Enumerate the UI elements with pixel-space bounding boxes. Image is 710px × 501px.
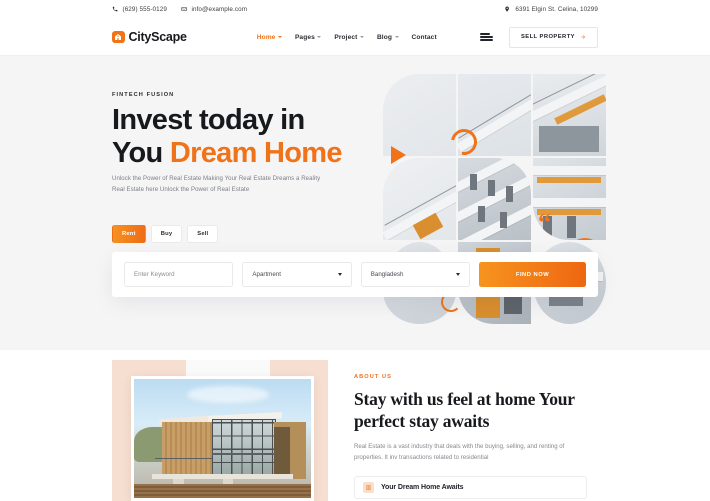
nav-item-pages[interactable]: Pages xyxy=(294,33,322,41)
chevron-down-icon xyxy=(456,273,461,276)
location-value: Bangladesh xyxy=(370,271,404,278)
property-search-panel: Enter Keyword Apartment Bangladesh FIND … xyxy=(112,252,598,297)
about-heading: Stay with us feel at home Your perfect s… xyxy=(354,389,575,431)
hero-title-line2-accent: Dream Home xyxy=(169,137,343,169)
find-now-button[interactable]: FIND NOW xyxy=(479,262,586,287)
hero-title-line2-plain: You xyxy=(112,137,170,169)
envelope-icon xyxy=(181,6,188,13)
building-artwork xyxy=(458,158,531,240)
nav-item-home[interactable]: Home xyxy=(257,34,282,41)
nav-item-blog[interactable]: Blog xyxy=(377,34,399,41)
about-image-block xyxy=(112,360,328,501)
about-house-photo xyxy=(134,379,311,498)
tab-rent[interactable]: Rent xyxy=(112,225,146,243)
tab-sell[interactable]: Sell xyxy=(187,225,219,243)
accordion-item-dream-home[interactable]: Your Dream Home Awaits xyxy=(354,476,587,499)
building-icon xyxy=(363,482,374,493)
sell-property-button[interactable]: SELL PROPERTY xyxy=(508,26,598,48)
topbar-address-text: 6391 Elgin St. Celina, 10299 xyxy=(515,6,598,13)
property-type-select[interactable]: Apartment xyxy=(242,262,352,287)
nav-item-project[interactable]: Project xyxy=(334,34,364,41)
nav-item-project-label: Project xyxy=(334,33,358,41)
hero-inner: FINTECH FUSION Invest today in You Dream… xyxy=(0,56,710,350)
house-icon xyxy=(112,30,125,44)
hero-paragraph: Unlock the Power of Real Estate Making Y… xyxy=(112,175,321,193)
search-keyword-input[interactable]: Enter Keyword xyxy=(124,262,234,287)
map-pin-icon xyxy=(503,6,510,13)
location-select[interactable]: Bangladesh xyxy=(360,262,471,287)
building-artwork xyxy=(383,158,456,240)
topbar-address[interactable]: 6391 Elgin St. Celina, 10299 xyxy=(503,6,598,13)
nav-item-blog-label: Blog xyxy=(376,33,392,41)
hero-section: FINTECH FUSION Invest today in You Dream… xyxy=(0,56,710,350)
chevron-down-icon xyxy=(337,273,342,276)
collage-image-4 xyxy=(383,158,456,240)
collage-image-3 xyxy=(533,74,606,156)
arrow-right-icon xyxy=(580,34,586,40)
topbar-phone[interactable]: (629) 555-0129 xyxy=(112,6,167,13)
building-artwork xyxy=(533,74,606,156)
about-text-block: ABOUT US Stay with us feel at home Your … xyxy=(354,360,598,501)
nav-item-contact[interactable]: Contact xyxy=(412,34,437,41)
collage-image-1 xyxy=(383,74,456,156)
about-house-photo-frame xyxy=(131,376,314,501)
about-section: ABOUT US Stay with us feel at home Your … xyxy=(0,350,710,501)
chevron-down-icon xyxy=(394,36,399,38)
site-logo[interactable]: CityScape xyxy=(112,30,187,44)
hero-eyebrow: FINTECH FUSION xyxy=(112,92,175,98)
nav-menu: Home Pages Project Blog Contact xyxy=(257,34,437,41)
nav-item-home-label: Home xyxy=(256,33,276,41)
topbar-phone-text: (629) 555-0129 xyxy=(122,6,167,13)
page-title: Invest today in You Dream Home xyxy=(112,104,342,170)
play-triangle-icon[interactable] xyxy=(391,146,406,164)
hamburger-menu-icon[interactable] xyxy=(479,33,493,41)
about-paragraph: Real Estate is a vast industry that deal… xyxy=(354,443,565,461)
collage-image-5 xyxy=(458,158,531,240)
chevron-down-icon xyxy=(317,36,322,38)
tab-buy[interactable]: Buy xyxy=(150,225,183,243)
topbar-contact-group: (629) 555-0129 info@example.com xyxy=(112,6,247,13)
top-bar: (629) 555-0129 info@example.com 6391 Elg… xyxy=(0,0,710,19)
logo-text: CityScape xyxy=(128,30,187,44)
hero-tab-group: Rent Buy Sell xyxy=(112,225,219,243)
topbar-email[interactable]: info@example.com xyxy=(181,6,247,13)
phone-icon xyxy=(112,6,119,13)
nav-right-group: SELL PROPERTY xyxy=(479,26,598,48)
white-gap xyxy=(186,360,270,376)
topbar-email-text: info@example.com xyxy=(191,6,248,13)
about-grid: ABOUT US Stay with us feel at home Your … xyxy=(112,350,598,501)
main-navigation: CityScape Home Pages Project Blog Contac… xyxy=(0,19,710,56)
property-type-value: Apartment xyxy=(252,271,281,278)
about-eyebrow: ABOUT US xyxy=(354,374,393,380)
nav-item-contact-label: Contact xyxy=(411,33,437,41)
accordion-label: Your Dream Home Awaits xyxy=(381,484,464,491)
nav-item-pages-label: Pages xyxy=(294,33,315,41)
hero-title-line1: Invest today in xyxy=(112,104,305,136)
chevron-down-icon xyxy=(359,36,364,38)
chevron-down-icon xyxy=(277,36,282,38)
quote-mark-icon: “ xyxy=(538,208,551,237)
sell-property-label: SELL PROPERTY xyxy=(520,34,575,40)
